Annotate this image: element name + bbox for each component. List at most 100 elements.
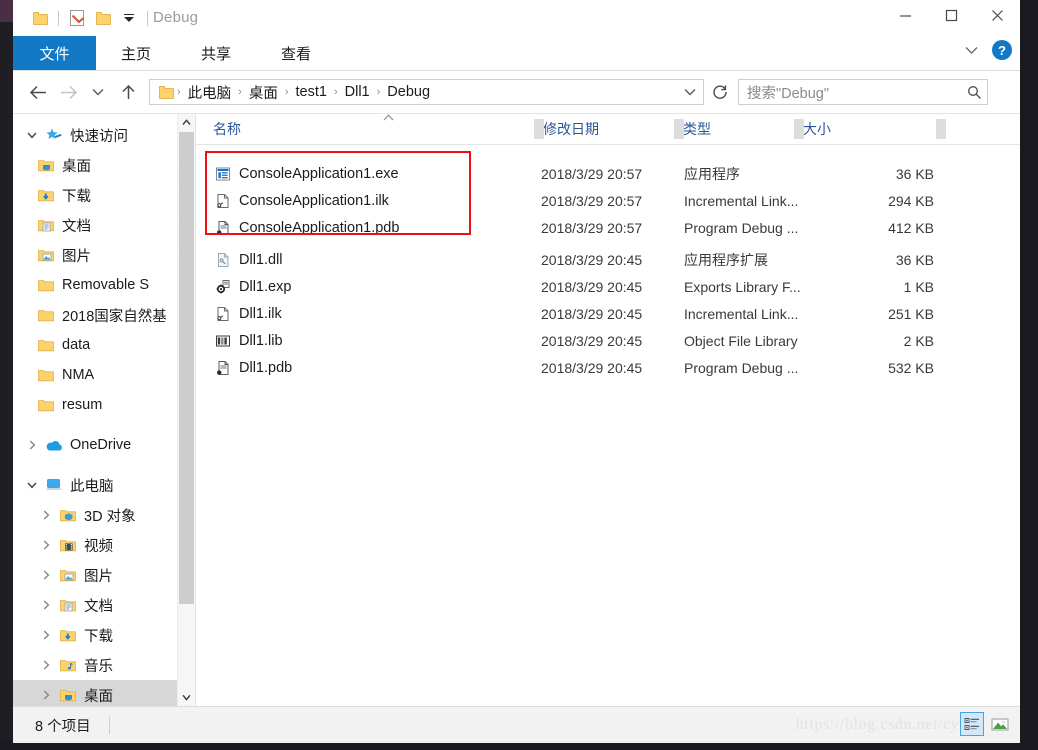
sidebar-item-label: 图片 bbox=[62, 248, 91, 265]
address-bar-row: › 此电脑 › 桌面 › test1 › Dll1 › Debug 搜索"Deb… bbox=[13, 71, 1020, 113]
breadcrumb-bar[interactable]: › 此电脑 › 桌面 › test1 › Dll1 › Debug bbox=[149, 79, 704, 105]
file-name: Dll1.ilk bbox=[239, 305, 282, 322]
chevron-down-icon[interactable] bbox=[960, 39, 982, 61]
refresh-icon[interactable] bbox=[708, 80, 732, 104]
breadcrumb-item-0[interactable]: 此电脑 bbox=[184, 82, 236, 103]
sidebar-item-documents[interactable]: 文档 bbox=[13, 210, 195, 240]
breadcrumb-item-3[interactable]: Dll1 bbox=[341, 84, 374, 100]
table-row[interactable]: Dll1.lib 2018/3/29 20:45 Object File Lib… bbox=[196, 327, 1020, 354]
tab-home[interactable]: 主页 bbox=[96, 36, 176, 70]
table-row[interactable]: Dll1.pdb 2018/3/29 20:45 Program Debug .… bbox=[196, 354, 1020, 381]
sidebar-item-desktop-pc[interactable]: 桌面 bbox=[13, 680, 195, 706]
sidebar-item-3d-objects[interactable]: 3D 对象 bbox=[13, 500, 195, 530]
details-view-button[interactable] bbox=[960, 712, 984, 736]
large-icons-view-button[interactable] bbox=[988, 712, 1012, 736]
table-row[interactable]: ConsoleApplication1.ilk 2018/3/29 20:57 … bbox=[196, 187, 1020, 214]
sidebar-item-nma[interactable]: NMA bbox=[13, 360, 195, 390]
breadcrumb-dropdown-icon[interactable] bbox=[677, 80, 703, 104]
table-row[interactable]: ConsoleApplication1.exe 2018/3/29 20:57 … bbox=[196, 160, 1020, 187]
dll-file-icon bbox=[214, 251, 231, 268]
back-button[interactable] bbox=[23, 77, 53, 107]
column-header-type[interactable]: 类型 bbox=[674, 114, 794, 144]
tab-view[interactable]: 查看 bbox=[256, 36, 336, 70]
sidebar-group-onedrive[interactable]: OneDrive bbox=[13, 430, 195, 460]
file-date: 2018/3/29 20:45 bbox=[541, 332, 643, 349]
search-box[interactable]: 搜索"Debug" bbox=[738, 79, 988, 105]
search-input[interactable]: 搜索"Debug" bbox=[739, 82, 961, 103]
file-name-cell[interactable]: Dll1.exp bbox=[214, 278, 291, 295]
chevron-down-icon[interactable] bbox=[21, 131, 43, 139]
forward-button[interactable] bbox=[53, 77, 83, 107]
sidebar-item-music[interactable]: 音乐 bbox=[13, 650, 195, 680]
exe-file-icon bbox=[214, 165, 231, 182]
file-name-cell[interactable]: ConsoleApplication1.pdb bbox=[214, 219, 399, 236]
chevron-right-icon[interactable] bbox=[35, 570, 57, 580]
recent-locations-button[interactable] bbox=[83, 77, 113, 107]
chevron-down-icon[interactable] bbox=[21, 481, 43, 489]
sidebar-item-resum[interactable]: resum bbox=[13, 390, 195, 420]
breadcrumb-item-2[interactable]: test1 bbox=[292, 84, 331, 100]
sidebar-item-removable[interactable]: Removable S bbox=[13, 270, 195, 300]
status-bar: 8 个项目 https://blog.csdn.net/cyn bbox=[13, 706, 1020, 743]
folder-icon[interactable] bbox=[27, 7, 53, 29]
table-row[interactable]: Dll1.exp 2018/3/29 20:45 Exports Library… bbox=[196, 273, 1020, 300]
file-name-cell[interactable]: Dll1.pdb bbox=[214, 359, 292, 376]
watermark-text: https://blog.csdn.net/cyn bbox=[795, 716, 968, 733]
star-pin-icon bbox=[43, 128, 65, 143]
table-row[interactable]: Dll1.ilk 2018/3/29 20:45 Incremental Lin… bbox=[196, 300, 1020, 327]
sidebar-item-desktop[interactable]: 桌面 bbox=[13, 150, 195, 180]
sidebar-item-pictures-pc[interactable]: 图片 bbox=[13, 560, 195, 590]
chevron-right-icon[interactable] bbox=[21, 440, 43, 450]
properties-icon[interactable] bbox=[64, 7, 90, 29]
sidebar-item-2018-nsfc[interactable]: 2018国家自然基 bbox=[13, 300, 195, 330]
tab-share[interactable]: 共享 bbox=[176, 36, 256, 70]
chevron-right-icon[interactable] bbox=[35, 540, 57, 550]
scroll-down-button[interactable] bbox=[178, 689, 195, 706]
chevron-right-icon[interactable] bbox=[35, 690, 57, 700]
close-button[interactable] bbox=[974, 0, 1020, 30]
column-header-name[interactable]: 名称 bbox=[204, 114, 534, 144]
column-header-date[interactable]: 修改日期 bbox=[534, 114, 674, 144]
chevron-right-icon[interactable] bbox=[35, 660, 57, 670]
file-name-cell[interactable]: ConsoleApplication1.exe bbox=[214, 165, 399, 182]
new-folder-icon[interactable] bbox=[90, 7, 116, 29]
sidebar-item-data[interactable]: data bbox=[13, 330, 195, 360]
help-button[interactable]: ? bbox=[992, 40, 1012, 60]
sidebar-item-downloads-pc[interactable]: 下载 bbox=[13, 620, 195, 650]
file-name-cell[interactable]: Dll1.ilk bbox=[214, 305, 282, 322]
file-name-cell[interactable]: ConsoleApplication1.ilk bbox=[214, 192, 389, 209]
scrollbar-thumb[interactable] bbox=[179, 132, 194, 604]
file-name: Dll1.exp bbox=[239, 278, 292, 295]
breadcrumb-item-4[interactable]: Debug bbox=[383, 84, 434, 100]
sidebar-item-downloads[interactable]: 下载 bbox=[13, 180, 195, 210]
breadcrumb-item-1[interactable]: 桌面 bbox=[245, 82, 282, 103]
customize-dropdown-icon[interactable] bbox=[116, 7, 142, 29]
videos-folder-icon bbox=[57, 538, 79, 552]
table-row[interactable]: ConsoleApplication1.pdb 2018/3/29 20:57 … bbox=[196, 214, 1020, 241]
chevron-right-icon[interactable] bbox=[35, 630, 57, 640]
sidebar-item-videos[interactable]: 视频 bbox=[13, 530, 195, 560]
sidebar-item-label: Removable S bbox=[62, 277, 150, 293]
window-title: Debug bbox=[153, 9, 199, 26]
file-name-cell[interactable]: Dll1.dll bbox=[214, 251, 283, 268]
scroll-up-button[interactable] bbox=[178, 114, 195, 131]
chevron-right-icon[interactable] bbox=[35, 510, 57, 520]
search-icon[interactable] bbox=[961, 85, 987, 100]
chevron-right-icon[interactable] bbox=[35, 600, 57, 610]
sidebar-item-label: 桌面 bbox=[62, 158, 91, 175]
file-name-cell[interactable]: Dll1.lib bbox=[214, 332, 283, 349]
sidebar-group-quick-access[interactable]: 快速访问 bbox=[13, 120, 195, 150]
table-row[interactable]: Dll1.dll 2018/3/29 20:45 应用程序扩展 36 KB bbox=[196, 246, 1020, 273]
sidebar-item-documents-pc[interactable]: 文档 bbox=[13, 590, 195, 620]
sidebar-item-pictures[interactable]: 图片 bbox=[13, 240, 195, 270]
sidebar-group-this-pc[interactable]: 此电脑 bbox=[13, 470, 195, 500]
column-header-size[interactable]: 大小 bbox=[794, 114, 946, 144]
up-button[interactable] bbox=[113, 77, 143, 107]
tab-file[interactable]: 文件 bbox=[13, 36, 96, 70]
minimize-button[interactable] bbox=[882, 0, 928, 30]
sidebar-scrollbar[interactable] bbox=[177, 114, 195, 706]
title-bar: Debug bbox=[13, 0, 1020, 36]
sidebar-group-label: 快速访问 bbox=[70, 128, 128, 145]
sidebar-item-label: 图片 bbox=[84, 568, 113, 585]
maximize-button[interactable] bbox=[928, 0, 974, 30]
